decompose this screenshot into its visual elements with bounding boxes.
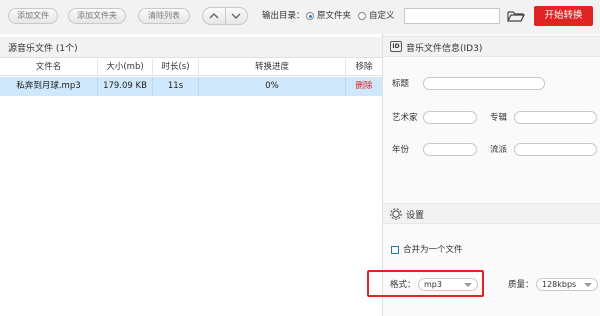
table-header: 文件名 大小(mb) 时长(s) 转换进度 移除 <box>0 59 382 76</box>
year-label: 年份 <box>392 145 410 155</box>
chevron-down-icon <box>231 13 241 19</box>
table-row[interactable]: 私奔到月球.mp3 179.09 KB 11s 0% 删除 <box>0 77 382 96</box>
move-down-button[interactable] <box>224 8 248 24</box>
merge-label: 合并为一个文件 <box>403 245 463 255</box>
col-size[interactable]: 大小(mb) <box>97 59 152 75</box>
row-delete-link[interactable]: 删除 <box>345 77 382 96</box>
highlight-box <box>367 270 484 297</box>
move-up-button[interactable] <box>203 8 225 24</box>
file-list-title: 源音乐文件 (1个) <box>8 44 78 54</box>
title-label: 标题 <box>392 79 410 89</box>
genre-field[interactable] <box>514 143 597 156</box>
open-folder-button[interactable] <box>507 9 525 26</box>
id3-header: ID 音乐文件信息(ID3) <box>383 36 600 57</box>
col-filename[interactable]: 文件名 <box>0 59 97 75</box>
radio-custom-label: 自定义 <box>369 11 395 21</box>
row-size: 179.09 KB <box>97 77 152 96</box>
chevron-up-icon <box>209 13 219 19</box>
quality-label: 质量： <box>508 280 534 290</box>
artist-field[interactable] <box>423 111 477 124</box>
output-path-input[interactable] <box>404 8 500 24</box>
move-buttons <box>202 7 248 25</box>
toolbar: 添加文件 添加文件夹 清除列表 输出目录： 原文件夹 自定义 开始转换 <box>0 0 600 34</box>
folder-icon <box>507 11 525 22</box>
quality-value: 128kbps <box>542 280 577 289</box>
id3-title: 音乐文件信息(ID3) <box>406 44 483 54</box>
col-duration[interactable]: 时长(s) <box>152 59 198 75</box>
col-progress[interactable]: 转换进度 <box>198 59 345 75</box>
settings-title: 设置 <box>406 211 425 221</box>
id3-icon: ID <box>390 41 402 52</box>
dropdown-arrow-icon <box>584 283 592 287</box>
add-file-button[interactable]: 添加文件 <box>8 8 58 24</box>
radio-source-folder-label: 原文件夹 <box>317 11 352 21</box>
quality-select[interactable]: 128kbps <box>536 278 598 291</box>
album-label: 专辑 <box>490 113 508 123</box>
file-list-header: 源音乐文件 (1个) <box>0 37 382 58</box>
row-duration: 11s <box>152 77 198 96</box>
gear-icon <box>390 208 402 220</box>
radio-custom[interactable] <box>358 12 366 20</box>
settings-header: 设置 <box>383 203 600 224</box>
genre-label: 流派 <box>490 145 508 155</box>
add-folder-button[interactable]: 添加文件夹 <box>68 8 126 24</box>
year-field[interactable] <box>423 143 477 156</box>
row-progress: 0% <box>198 77 345 96</box>
artist-label: 艺术家 <box>392 113 418 123</box>
col-remove[interactable]: 移除 <box>345 59 382 75</box>
output-dir-label: 输出目录： <box>262 11 305 21</box>
album-field[interactable] <box>514 111 597 124</box>
radio-source-folder[interactable] <box>306 12 314 20</box>
title-field[interactable] <box>423 77 545 90</box>
start-convert-button[interactable]: 开始转换 <box>534 6 593 26</box>
merge-checkbox[interactable] <box>391 246 399 254</box>
app-window: 添加文件 添加文件夹 清除列表 输出目录： 原文件夹 自定义 开始转换 源音乐文… <box>0 0 600 316</box>
clear-list-button[interactable]: 清除列表 <box>138 8 190 24</box>
row-filename: 私奔到月球.mp3 <box>16 81 81 91</box>
